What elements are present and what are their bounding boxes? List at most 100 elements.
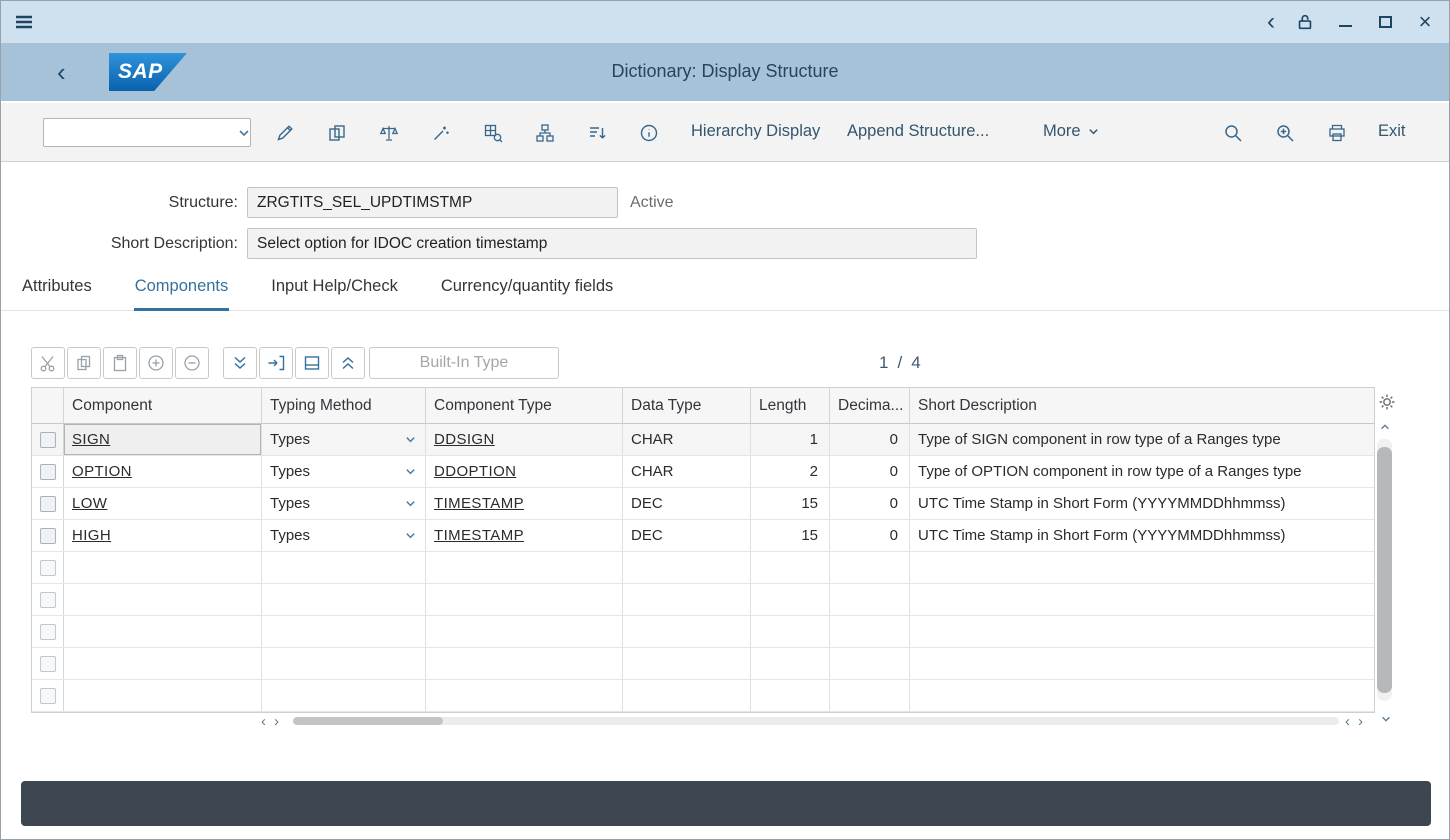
h-scroll-left-arrows[interactable]: ‹› (261, 713, 279, 730)
column-header-decimals[interactable]: Decima... (830, 388, 910, 423)
table-header-row: Component Typing Method Component Type D… (32, 388, 1374, 424)
column-header-length[interactable]: Length (751, 388, 830, 423)
tab-input-help-check[interactable]: Input Help/Check (270, 269, 399, 311)
close-button[interactable]: × (1415, 12, 1435, 32)
row-checkbox[interactable] (40, 656, 56, 672)
scroll-right-icon[interactable]: › (274, 713, 279, 730)
typing-method-dropdown[interactable]: Types (262, 520, 426, 551)
row-checkbox[interactable] (40, 432, 56, 448)
print-icon[interactable] (1324, 120, 1350, 146)
component-type-link[interactable]: DDSIGN (434, 431, 495, 448)
data-type-cell: CHAR (623, 424, 751, 455)
tab-components[interactable]: Components (134, 269, 230, 311)
column-header-data-type[interactable]: Data Type (623, 388, 751, 423)
row-checkbox[interactable] (40, 560, 56, 576)
row-checkbox[interactable] (40, 528, 56, 544)
command-input[interactable] (44, 119, 237, 146)
info-icon[interactable] (636, 120, 662, 146)
typing-method-dropdown[interactable]: Types (262, 488, 426, 519)
chevron-down-icon (404, 529, 417, 542)
component-link[interactable]: HIGH (72, 527, 111, 544)
check-structure-icon[interactable] (480, 120, 506, 146)
copy-button[interactable] (67, 347, 101, 379)
paste-button[interactable] (103, 347, 137, 379)
scroll-left-icon[interactable]: ‹ (1345, 713, 1350, 730)
more-menu-button[interactable]: More (1043, 122, 1100, 141)
page-down-icon-button[interactable] (223, 347, 257, 379)
insert-row-icon-button[interactable] (259, 347, 293, 379)
row-checkbox[interactable] (40, 464, 56, 480)
builtin-type-button[interactable]: Built-In Type (369, 347, 559, 379)
append-structure-button[interactable]: Append Structure... (847, 122, 989, 141)
empty-table-row (32, 584, 1374, 616)
scroll-down-icon[interactable] (1380, 713, 1392, 725)
row-checkbox[interactable] (40, 624, 56, 640)
column-header-component[interactable]: Component (64, 388, 262, 423)
typing-method-value: Types (270, 456, 310, 487)
maximize-button[interactable] (1375, 12, 1395, 32)
search-icon[interactable] (1220, 120, 1246, 146)
horizontal-scroll-thumb[interactable] (293, 717, 443, 725)
component-link[interactable]: LOW (72, 495, 107, 512)
chevron-down-icon (404, 465, 417, 478)
empty-table-row (32, 552, 1374, 584)
column-header-short-description[interactable]: Short Description (910, 388, 1376, 423)
select-all-column[interactable] (32, 388, 64, 423)
cut-button[interactable] (31, 347, 65, 379)
table-settings-gear-icon[interactable] (1378, 393, 1396, 411)
h-scroll-right-arrows[interactable]: ‹› (1345, 713, 1363, 730)
typing-method-dropdown[interactable]: Types (262, 456, 426, 487)
short-description-cell: UTC Time Stamp in Short Form (YYYYMMDDhh… (910, 520, 1376, 551)
hierarchy-display-button[interactable]: Hierarchy Display (691, 122, 820, 141)
length-cell: 2 (751, 456, 830, 487)
scroll-right-icon[interactable]: › (1358, 713, 1363, 730)
runtime-object-wand-icon[interactable] (428, 120, 454, 146)
search-plus-icon[interactable] (1272, 120, 1298, 146)
horizontal-scroll-track[interactable] (293, 717, 1339, 725)
component-link[interactable]: SIGN (72, 431, 110, 448)
decimals-cell: 0 (830, 424, 910, 455)
component-type-link[interactable]: TIMESTAMP (434, 527, 524, 544)
row-checkbox[interactable] (40, 496, 56, 512)
tab-currency-quantity-fields[interactable]: Currency/quantity fields (440, 269, 614, 311)
command-field[interactable] (43, 118, 251, 147)
table-row: HIGH Types TIMESTAMP DEC 15 0 UTC Time S… (32, 520, 1374, 552)
back-chevron-icon[interactable]: ‹ (1267, 12, 1275, 32)
menu-hamburger-icon[interactable] (13, 11, 35, 33)
data-type-cell: CHAR (623, 456, 751, 487)
hierarchy-icon[interactable] (532, 120, 558, 146)
row-checkbox[interactable] (40, 592, 56, 608)
typing-method-value: Types (270, 424, 310, 455)
scroll-left-icon[interactable]: ‹ (261, 713, 266, 730)
edit-icon[interactable] (272, 120, 298, 146)
sort-levels-icon[interactable] (584, 120, 610, 146)
scroll-up-icon[interactable] (1376, 419, 1393, 435)
length-cell: 15 (751, 488, 830, 519)
column-header-component-type[interactable]: Component Type (426, 388, 623, 423)
short-description-field[interactable]: Select option for IDOC creation timestam… (247, 228, 977, 259)
row-checkbox[interactable] (40, 688, 56, 704)
page-up-icon-button[interactable] (331, 347, 365, 379)
page-current: 1 (879, 353, 888, 373)
data-type-cell: DEC (623, 520, 751, 551)
lock-icon[interactable] (1295, 12, 1315, 32)
remove-row-button[interactable] (175, 347, 209, 379)
typing-method-dropdown[interactable]: Types (262, 424, 426, 455)
component-type-link[interactable]: TIMESTAMP (434, 495, 524, 512)
copy-transport-icon[interactable] (324, 120, 350, 146)
chevron-down-icon[interactable] (237, 126, 251, 140)
append-row-icon-button[interactable] (295, 347, 329, 379)
structure-field[interactable]: ZRGTITS_SEL_UPDTIMSTMP (247, 187, 618, 218)
short-description-cell: Type of SIGN component in row type of a … (910, 424, 1376, 455)
compare-scales-icon[interactable] (376, 120, 402, 146)
vertical-scroll-thumb[interactable] (1377, 447, 1392, 693)
exit-button[interactable]: Exit (1378, 122, 1406, 141)
column-header-typing-method[interactable]: Typing Method (262, 388, 426, 423)
vertical-scroll-track[interactable] (1377, 439, 1392, 701)
table-row: LOW Types TIMESTAMP DEC 15 0 UTC Time St… (32, 488, 1374, 520)
component-link[interactable]: OPTION (72, 463, 132, 480)
tab-attributes[interactable]: Attributes (21, 269, 93, 311)
minimize-button[interactable] (1335, 12, 1355, 32)
add-row-button[interactable] (139, 347, 173, 379)
component-type-link[interactable]: DDOPTION (434, 463, 516, 480)
